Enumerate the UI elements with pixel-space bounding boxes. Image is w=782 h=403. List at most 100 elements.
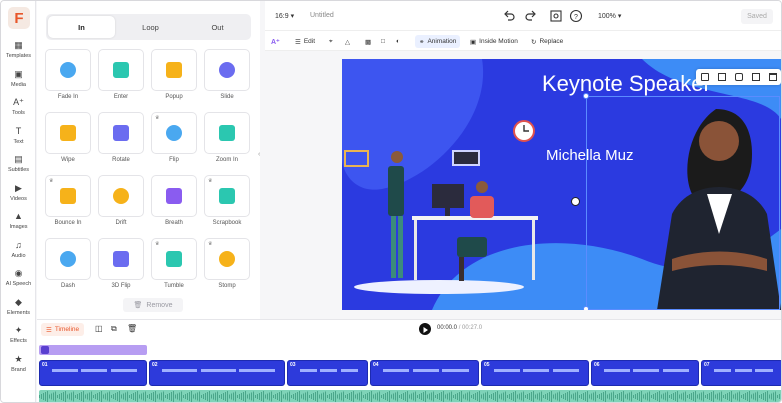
- remove-animation-button[interactable]: 🗑 Remove: [123, 298, 183, 312]
- animation-preview[interactable]: [204, 112, 250, 154]
- animation-tumble[interactable]: ♛ Tumble: [151, 238, 197, 294]
- premium-crown-icon: ♛: [49, 178, 54, 184]
- play-button[interactable]: [419, 323, 431, 335]
- animation-flip[interactable]: ♛ Flip: [151, 112, 197, 168]
- timeline-clip[interactable]: 02: [149, 360, 285, 386]
- ai-tool-button[interactable]: A⁺: [271, 35, 280, 48]
- animation-enter[interactable]: Enter: [98, 49, 144, 105]
- canvas-title[interactable]: Keynote Speaker: [542, 71, 711, 97]
- aspect-ratio-select[interactable]: 16:9 ▾: [275, 12, 294, 20]
- layers-icon[interactable]: [700, 73, 709, 81]
- split-icon[interactable]: ◫: [95, 324, 103, 333]
- animation-wipe[interactable]: Wipe: [45, 112, 91, 168]
- resize-handle[interactable]: [583, 306, 589, 310]
- animation-breath[interactable]: Breath: [151, 175, 197, 231]
- sidebar-item-media[interactable]: ▣ Media: [1, 68, 36, 88]
- sidebar-item-templates[interactable]: ▦ Templates: [1, 39, 36, 59]
- project-name[interactable]: Untitled: [310, 12, 334, 19]
- animation-track-bar[interactable]: [39, 345, 147, 355]
- animation-preview[interactable]: ♛: [204, 238, 250, 280]
- delete-icon[interactable]: [768, 73, 777, 81]
- animation-3d-flip[interactable]: 3D Flip: [98, 238, 144, 294]
- animation-preview[interactable]: [98, 175, 144, 217]
- undo-icon[interactable]: [502, 9, 516, 23]
- animation-preview[interactable]: ♛: [45, 175, 91, 217]
- sidebar-item-brand[interactable]: ★ Brand: [1, 353, 36, 373]
- animation-preview[interactable]: ♛: [151, 112, 197, 154]
- animation-scrapbook[interactable]: ♛ Scrapbook: [204, 175, 250, 231]
- tab-loop[interactable]: Loop: [117, 14, 184, 40]
- animation-dash[interactable]: Dash: [45, 238, 91, 294]
- animation-preview-icon: [166, 251, 182, 267]
- timeline-clip[interactable]: 07: [701, 360, 781, 386]
- animation-preview[interactable]: [98, 238, 144, 280]
- animation-preview[interactable]: [98, 112, 144, 154]
- tab-out[interactable]: Out: [184, 14, 251, 40]
- selection-box[interactable]: [586, 96, 780, 310]
- animation-preview[interactable]: [45, 49, 91, 91]
- animation-rotate[interactable]: Rotate: [98, 112, 144, 168]
- sidebar-item-ai-speech[interactable]: ◉ AI Speech: [1, 267, 36, 287]
- animation-preview[interactable]: ♛: [204, 175, 250, 217]
- animation-preview[interactable]: [45, 112, 91, 154]
- animation-preview[interactable]: [151, 49, 197, 91]
- animation-preview[interactable]: [204, 49, 250, 91]
- flip-button[interactable]: △: [345, 35, 350, 48]
- redo-icon[interactable]: [524, 9, 538, 23]
- animation-preview[interactable]: [45, 238, 91, 280]
- timeline-toggle-button[interactable]: ☰ Timeline: [41, 323, 85, 336]
- sidebar-item-images[interactable]: ▲ Images: [1, 210, 36, 230]
- copy-icon[interactable]: [717, 73, 726, 81]
- timeline-clip[interactable]: 03: [287, 360, 368, 386]
- trash-clip-icon[interactable]: 🗑: [127, 324, 137, 333]
- duplicate-icon[interactable]: [751, 73, 760, 81]
- lock-icon[interactable]: [734, 73, 743, 81]
- design-canvas[interactable]: Keynote Speaker Michella Muz: [342, 59, 781, 310]
- animation-button[interactable]: ⚭ Animation: [415, 35, 461, 48]
- rotate-handle[interactable]: [571, 197, 580, 206]
- animation-preview[interactable]: [98, 49, 144, 91]
- sidebar-item-videos[interactable]: ▶ Videos: [1, 182, 36, 202]
- copy-clip-icon[interactable]: ⧉: [111, 324, 117, 334]
- sidebar-item-text[interactable]: T Text: [1, 125, 36, 145]
- animation-preview[interactable]: ♛: [151, 238, 197, 280]
- sidebar-item-subtitles[interactable]: ▤ Subtitles: [1, 153, 36, 173]
- replace-button[interactable]: ↻ Replace: [531, 35, 563, 48]
- animation-preview-icon: [113, 251, 129, 267]
- screenshot-icon[interactable]: [549, 9, 563, 23]
- app-logo[interactable]: F: [8, 7, 30, 29]
- animation-stomp[interactable]: ♛ Stomp: [204, 238, 250, 294]
- sidebar-item-elements[interactable]: ◆ Elements: [1, 296, 36, 316]
- sidebar-item-effects[interactable]: ✦ Effects: [1, 324, 36, 344]
- animation-bounce-in[interactable]: ♛ Bounce In: [45, 175, 91, 231]
- timeline-clip[interactable]: 06: [591, 360, 699, 386]
- zoom-select[interactable]: 100% ▾: [598, 12, 621, 20]
- border-button[interactable]: □: [381, 35, 385, 48]
- timeline-clip[interactable]: 04: [370, 360, 479, 386]
- collapse-panel-handle[interactable]: ‹: [258, 151, 264, 171]
- crop-button[interactable]: ⌖: [329, 35, 333, 48]
- timeline-clip[interactable]: 05: [481, 360, 589, 386]
- sidebar-item-audio[interactable]: ♫ Audio: [1, 239, 36, 259]
- transparency-icon: ▩: [365, 38, 372, 46]
- animation-slide[interactable]: Slide: [204, 49, 250, 105]
- mask-button[interactable]: ◐: [396, 35, 400, 48]
- animation-zoom-in[interactable]: Zoom In: [204, 112, 250, 168]
- mask-icon: ◐: [396, 38, 400, 45]
- timeline-clip[interactable]: 01: [39, 360, 147, 386]
- animation-fade-in[interactable]: Fade In: [45, 49, 91, 105]
- saved-button[interactable]: Saved: [741, 9, 773, 24]
- clip-thumb: [200, 369, 236, 372]
- edit-button[interactable]: ☰ Edit: [295, 35, 315, 48]
- audio-track[interactable]: [39, 390, 781, 402]
- resize-handle[interactable]: [583, 93, 589, 99]
- help-icon[interactable]: ?: [569, 9, 583, 23]
- inside-motion-button[interactable]: ▣ Inside Motion: [470, 35, 518, 48]
- animation-popup[interactable]: Popup: [151, 49, 197, 105]
- media-icon: ▣: [14, 68, 23, 79]
- animation-preview[interactable]: [151, 175, 197, 217]
- transparency-button[interactable]: ▩: [365, 35, 371, 48]
- animation-drift[interactable]: Drift: [98, 175, 144, 231]
- sidebar-item-tools[interactable]: A⁺ Tools: [1, 96, 36, 116]
- tab-in[interactable]: In: [48, 16, 115, 38]
